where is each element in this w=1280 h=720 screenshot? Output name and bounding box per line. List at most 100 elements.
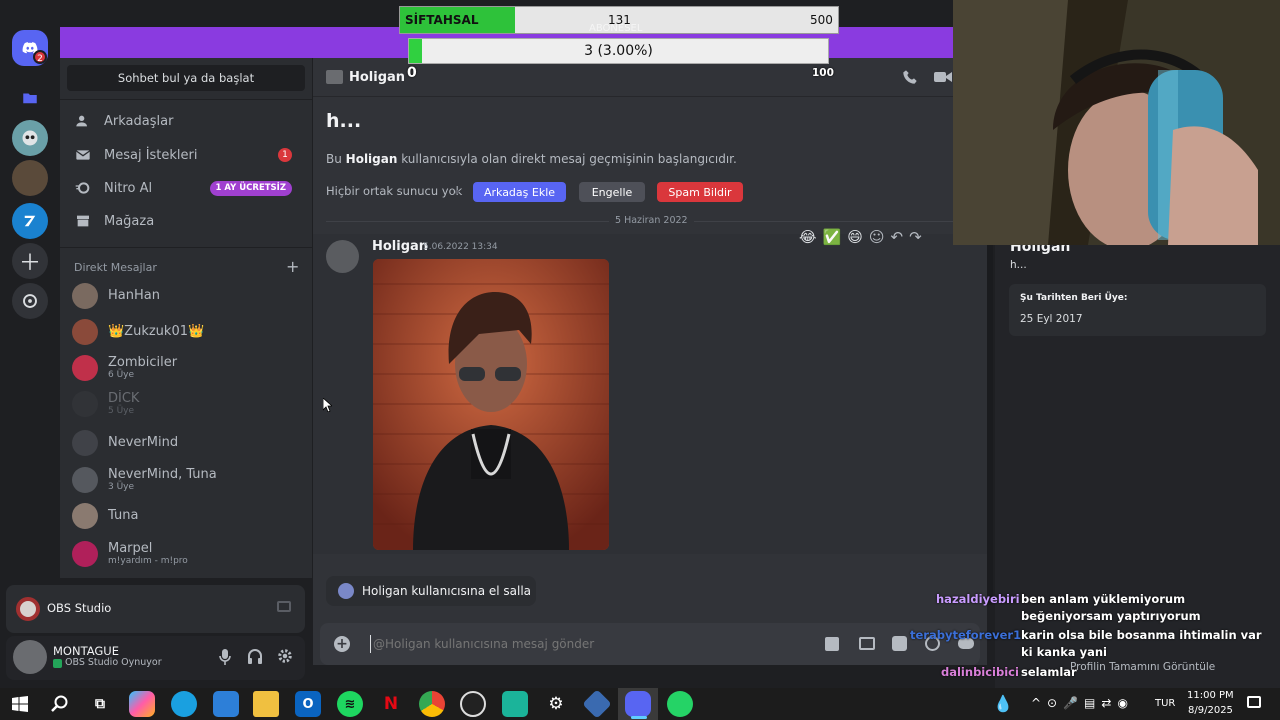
new-dm-button[interactable]: +	[286, 257, 299, 276]
member-since-label: Şu Tarihten Beri Üye:	[1020, 293, 1128, 303]
add-reaction-icon[interactable]: ☺	[869, 228, 885, 246]
check-emoji-icon[interactable]: ✅	[823, 228, 842, 246]
store-icon[interactable]	[213, 691, 239, 717]
dm-sub: m!yardım - m!pro	[108, 556, 188, 566]
gif-icon[interactable]	[859, 637, 875, 650]
server-avatar-1[interactable]	[12, 120, 48, 156]
nitro-badge: 1 AY ÜCRETSİZ	[209, 180, 292, 196]
reply-icon[interactable]: ↶	[891, 228, 904, 246]
dm-item[interactable]: DİCK 5 Üye	[72, 386, 300, 422]
explore-button[interactable]	[12, 283, 48, 319]
dm-item[interactable]: Zombiciler 6 Üye	[72, 350, 300, 386]
profile-sub: h...	[1010, 259, 1027, 271]
tray-icons[interactable]: ^⊙🎤▤⇄◉	[1031, 696, 1134, 710]
scrollbar[interactable]	[987, 240, 993, 605]
chat-text: selamlar	[1021, 665, 1077, 679]
dm-item[interactable]: NeverMind	[72, 425, 300, 461]
server-files[interactable]	[12, 80, 48, 116]
dm-panel: Sohbet bul ya da başlat Arkadaşlar Mesaj…	[60, 58, 312, 578]
weather-icon[interactable]: 💧	[993, 694, 1013, 713]
header-divider	[313, 96, 987, 97]
clock-date[interactable]: 8/9/2025	[1188, 705, 1233, 716]
chat-header-name: Holigan	[349, 70, 406, 85]
report-spam-button[interactable]: Spam Bildir	[657, 182, 743, 202]
outlook-icon[interactable]: O	[295, 691, 321, 717]
dm-item[interactable]: NeverMind, Tuna 3 Üye	[72, 462, 300, 498]
dm-name: NeverMind, Tuna	[108, 467, 217, 482]
server-blue[interactable]	[12, 203, 48, 239]
grin-emoji-icon[interactable]: 😄	[847, 228, 863, 246]
spotify-icon[interactable]: ≋	[337, 691, 363, 717]
discord-taskbar-icon[interactable]	[625, 691, 651, 717]
avatar	[72, 283, 98, 309]
search-button[interactable]: Sohbet bul ya da başlat	[67, 65, 305, 91]
message-input[interactable]	[370, 635, 810, 653]
dm-item[interactable]: Marpel m!yardım - m!pro	[72, 536, 300, 572]
attach-button[interactable]: +	[334, 636, 350, 652]
language-indicator[interactable]: TUR	[1155, 698, 1175, 709]
nav-message-requests[interactable]: Mesaj İstekleri 1	[72, 140, 300, 170]
call-button[interactable]	[902, 69, 918, 85]
stream-chat-message: hazaldiyebiri ben anlam yüklemiyorum beğ…	[936, 591, 1275, 625]
screen-share-icon[interactable]	[277, 601, 291, 612]
dm-name: Zombiciler	[108, 355, 178, 370]
activity-panel[interactable]: OBS Studio	[6, 585, 305, 633]
windows-start-icon[interactable]	[7, 691, 33, 717]
video-call-button[interactable]	[934, 71, 952, 83]
nav-label: Arkadaşlar	[104, 113, 174, 129]
dm-item[interactable]: Tuna	[72, 498, 300, 534]
dm-item[interactable]: 👑Zukzuk01👑	[72, 314, 300, 350]
nav-friends[interactable]: Arkadaşlar	[72, 106, 300, 136]
wave-button[interactable]: Holigan kullanıcısına el salla	[326, 576, 536, 606]
obs-taskbar-icon[interactable]	[460, 691, 486, 717]
divider	[60, 99, 312, 100]
notification-badge: 2	[33, 50, 47, 64]
nav-shop[interactable]: Mağaza	[72, 206, 300, 236]
server-avatar-2[interactable]	[12, 160, 48, 196]
add-server-button[interactable]: ＋	[12, 243, 48, 279]
dm-item[interactable]: HanHan	[72, 278, 300, 314]
clock-time[interactable]: 11:00 PM	[1187, 690, 1234, 701]
message-image[interactable]	[373, 259, 609, 550]
dm-sub: 6 Üye	[108, 370, 135, 380]
task-view-icon[interactable]: ⧉	[87, 691, 113, 717]
microphone-button[interactable]	[218, 648, 232, 666]
dm-sub: 5 Üye	[108, 406, 135, 416]
dm-name: Marpel	[108, 541, 153, 556]
file-explorer-icon[interactable]	[253, 691, 279, 717]
game-bar-icon[interactable]	[502, 691, 528, 717]
netflix-icon[interactable]: N	[378, 691, 404, 717]
avatar[interactable]	[326, 240, 359, 273]
whatsapp-icon[interactable]	[667, 691, 693, 717]
block-button[interactable]: Engelle	[579, 182, 645, 202]
message-author[interactable]: Holigan	[372, 239, 428, 254]
nav-nitro[interactable]: Nitro Al 1 AY ÜCRETSİZ	[72, 173, 300, 203]
laugh-emoji-icon[interactable]: 😂	[799, 228, 817, 246]
avatar[interactable]	[13, 640, 47, 674]
gift-icon[interactable]	[825, 637, 839, 651]
add-friend-button[interactable]: Arkadaş Ekle	[473, 182, 566, 202]
notifications-icon[interactable]	[1247, 696, 1261, 708]
sub-value: 3 (3.00%)	[584, 43, 653, 59]
goal-bar: SİFTAHSAL 131 500 ABONESEL	[399, 6, 839, 34]
chrome-icon[interactable]	[419, 691, 445, 717]
dm-sub: 3 Üye	[108, 482, 135, 492]
copilot-icon[interactable]	[129, 691, 155, 717]
settings-taskbar-icon[interactable]: ⚙	[543, 691, 569, 717]
dot-separator	[455, 190, 459, 194]
forward-icon[interactable]: ↷	[909, 228, 922, 246]
dm-title: h...	[326, 110, 362, 132]
microphone-icon	[219, 649, 231, 665]
message-composer: +	[320, 623, 980, 665]
user-status: OBS Studio Oynuyor	[65, 657, 162, 668]
intro-name: Holigan	[345, 152, 398, 166]
settings-button[interactable]	[276, 647, 294, 665]
compass-icon	[23, 294, 37, 308]
chat-text: ben anlam yüklemiyorum beğeniyorsam yapt…	[1021, 592, 1201, 623]
headphones-button[interactable]	[247, 648, 263, 666]
sticker-icon[interactable]	[892, 636, 907, 651]
z-logo-icon	[24, 215, 36, 227]
edge-icon[interactable]	[171, 691, 197, 717]
sub-max: 100	[812, 67, 834, 79]
search-icon[interactable]	[47, 691, 73, 717]
